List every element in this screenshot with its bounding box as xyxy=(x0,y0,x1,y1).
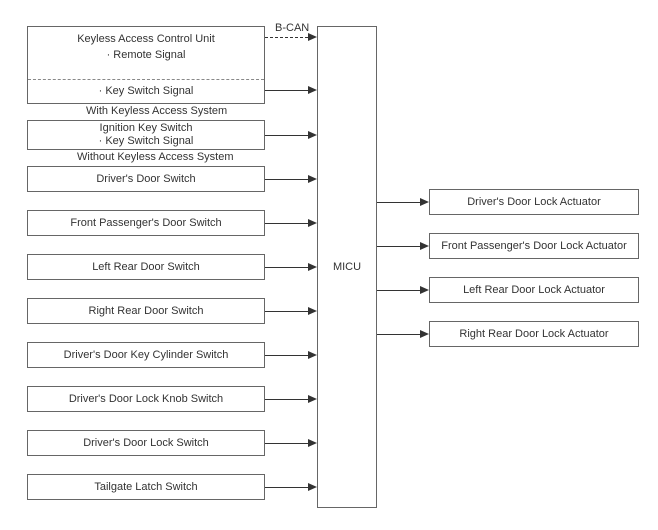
drivers-door-switch-box: Driver's Door Switch xyxy=(27,166,265,192)
diagram-stage: MICU Keyless Access Control Unit · Remot… xyxy=(0,0,658,530)
left-rear-door-switch-box: Left Rear Door Switch xyxy=(27,254,265,280)
drivers-door-lock-knob-switch-label: Driver's Door Lock Knob Switch xyxy=(69,392,223,406)
drivers-door-lock-switch-label: Driver's Door Lock Switch xyxy=(83,436,209,450)
right-rear-door-lock-actuator-label: Right Rear Door Lock Actuator xyxy=(459,327,608,341)
front-passenger-door-switch-box: Front Passenger's Door Switch xyxy=(27,210,265,236)
front-passenger-door-switch-label: Front Passenger's Door Switch xyxy=(70,216,221,230)
ignition-line1: Ignition Key Switch xyxy=(100,122,193,135)
tailgate-latch-switch-label: Tailgate Latch Switch xyxy=(94,480,197,494)
micu-block: MICU xyxy=(317,26,377,508)
tailgate-latch-switch-box: Tailgate Latch Switch xyxy=(27,474,265,500)
bcan-label: B-CAN xyxy=(275,22,309,34)
right-rear-door-switch-box: Right Rear Door Switch xyxy=(27,298,265,324)
drivers-door-switch-label: Driver's Door Switch xyxy=(96,172,195,186)
kacu-divider xyxy=(28,79,264,80)
kacu-caption: With Keyless Access System xyxy=(86,105,227,117)
kacu-title: Keyless Access Control Unit xyxy=(28,33,264,45)
micu-label: MICU xyxy=(333,261,361,273)
ignition-key-switch-box: Ignition Key Switch · Key Switch Signal xyxy=(27,120,265,150)
keyless-access-control-unit-box: Keyless Access Control Unit · Remote Sig… xyxy=(27,26,265,104)
right-rear-door-switch-label: Right Rear Door Switch xyxy=(89,304,204,318)
drivers-door-lock-actuator-box: Driver's Door Lock Actuator xyxy=(429,189,639,215)
ignition-caption: Without Keyless Access System xyxy=(77,151,234,163)
drivers-door-key-cylinder-switch-label: Driver's Door Key Cylinder Switch xyxy=(64,348,229,362)
kacu-remote-signal: · Remote Signal xyxy=(28,49,264,61)
drivers-door-lock-switch-box: Driver's Door Lock Switch xyxy=(27,430,265,456)
front-passenger-door-lock-actuator-label: Front Passenger's Door Lock Actuator xyxy=(441,239,627,253)
right-rear-door-lock-actuator-box: Right Rear Door Lock Actuator xyxy=(429,321,639,347)
drivers-door-lock-actuator-label: Driver's Door Lock Actuator xyxy=(467,195,601,209)
front-passenger-door-lock-actuator-box: Front Passenger's Door Lock Actuator xyxy=(429,233,639,259)
left-rear-door-switch-label: Left Rear Door Switch xyxy=(92,260,200,274)
drivers-door-lock-knob-switch-box: Driver's Door Lock Knob Switch xyxy=(27,386,265,412)
drivers-door-key-cylinder-switch-box: Driver's Door Key Cylinder Switch xyxy=(27,342,265,368)
ignition-line2: · Key Switch Signal xyxy=(99,135,194,148)
left-rear-door-lock-actuator-box: Left Rear Door Lock Actuator xyxy=(429,277,639,303)
kacu-key-switch-signal: · Key Switch Signal xyxy=(28,85,264,97)
left-rear-door-lock-actuator-label: Left Rear Door Lock Actuator xyxy=(463,283,605,297)
